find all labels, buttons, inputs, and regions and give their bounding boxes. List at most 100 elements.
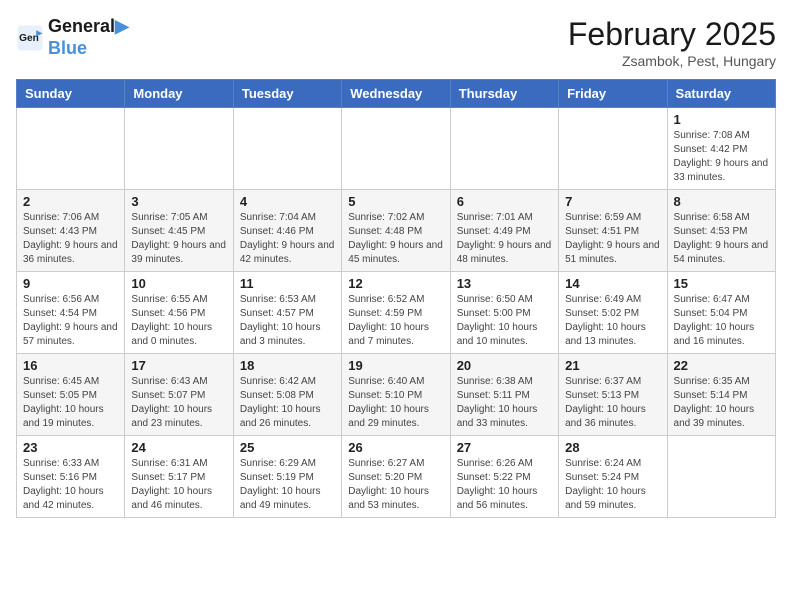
calendar-header-row: SundayMondayTuesdayWednesdayThursdayFrid…: [17, 80, 776, 108]
day-number: 5: [348, 194, 443, 209]
day-number: 24: [131, 440, 226, 455]
calendar-cell: [342, 108, 450, 190]
svg-text:Gen: Gen: [19, 33, 39, 44]
day-header-saturday: Saturday: [667, 80, 775, 108]
day-info: Sunrise: 7:02 AM Sunset: 4:48 PM Dayligh…: [348, 211, 443, 267]
month-title: February 2025: [568, 16, 776, 53]
calendar-cell: 3 Sunrise: 7:05 AM Sunset: 4:45 PM Daylig…: [125, 190, 233, 272]
calendar-cell: 6Sunrise: 7:01 AM Sunset: 4:49 PM Daylig…: [450, 190, 558, 272]
calendar-cell: [17, 108, 125, 190]
day-info: Sunrise: 7:04 AM Sunset: 4:46 PM Dayligh…: [240, 211, 335, 267]
logo-icon: Gen: [16, 24, 44, 52]
day-number: 3: [131, 194, 226, 209]
day-number: 16: [23, 358, 118, 373]
day-header-sunday: Sunday: [17, 80, 125, 108]
day-number: 8: [674, 194, 769, 209]
day-header-monday: Monday: [125, 80, 233, 108]
calendar-cell: 17 Sunrise: 6:43 AM Sunset: 5:07 PM Dayli…: [125, 354, 233, 436]
calendar-cell: 27 Sunrise: 6:26 AM Sunset: 5:22 PM Dayli…: [450, 436, 558, 518]
day-info: Sunrise: 6:45 AM Sunset: 5:05 PM Dayligh…: [23, 375, 118, 431]
day-info: Sunrise: 6:37 AM Sunset: 5:13 PM Dayligh…: [565, 375, 660, 431]
calendar-cell: 23 Sunrise: 6:33 AM Sunset: 5:16 PM Dayli…: [17, 436, 125, 518]
day-info: Sunrise: 6:59 AM Sunset: 4:51 PM Dayligh…: [565, 211, 660, 267]
day-info: Sunrise: 7:08 AM Sunset: 4:42 PM Dayligh…: [674, 129, 769, 185]
calendar-cell: 1 Sunrise: 7:08 AM Sunset: 4:42 PM Daylig…: [667, 108, 775, 190]
day-info: Sunrise: 7:06 AM Sunset: 4:43 PM Dayligh…: [23, 211, 118, 267]
day-info: Sunrise: 6:29 AM Sunset: 5:19 PM Dayligh…: [240, 457, 335, 513]
calendar-cell: [667, 436, 775, 518]
day-info: Sunrise: 6:26 AM Sunset: 5:22 PM Dayligh…: [457, 457, 552, 513]
day-info: Sunrise: 6:40 AM Sunset: 5:10 PM Dayligh…: [348, 375, 443, 431]
calendar-cell: 21 Sunrise: 6:37 AM Sunset: 5:13 PM Dayli…: [559, 354, 667, 436]
calendar-week-5: 23 Sunrise: 6:33 AM Sunset: 5:16 PM Dayli…: [17, 436, 776, 518]
day-info: Sunrise: 6:35 AM Sunset: 5:14 PM Dayligh…: [674, 375, 769, 431]
calendar-cell: 18 Sunrise: 6:42 AM Sunset: 5:08 PM Dayli…: [233, 354, 341, 436]
calendar-cell: 22 Sunrise: 6:35 AM Sunset: 5:14 PM Dayli…: [667, 354, 775, 436]
day-info: Sunrise: 6:53 AM Sunset: 4:57 PM Dayligh…: [240, 293, 335, 349]
calendar-cell: 26Sunrise: 6:27 AM Sunset: 5:20 PM Dayli…: [342, 436, 450, 518]
calendar-cell: [233, 108, 341, 190]
day-header-thursday: Thursday: [450, 80, 558, 108]
day-info: Sunrise: 6:50 AM Sunset: 5:00 PM Dayligh…: [457, 293, 552, 349]
calendar-cell: 16 Sunrise: 6:45 AM Sunset: 5:05 PM Dayli…: [17, 354, 125, 436]
day-number: 11: [240, 276, 335, 291]
logo-text: General▶Blue: [48, 16, 129, 59]
day-number: 22: [674, 358, 769, 373]
day-number: 25: [240, 440, 335, 455]
day-info: Sunrise: 6:31 AM Sunset: 5:17 PM Dayligh…: [131, 457, 226, 513]
day-header-wednesday: Wednesday: [342, 80, 450, 108]
calendar-cell: 13 Sunrise: 6:50 AM Sunset: 5:00 PM Dayli…: [450, 272, 558, 354]
calendar-cell: 24 Sunrise: 6:31 AM Sunset: 5:17 PM Dayli…: [125, 436, 233, 518]
day-number: 9: [23, 276, 118, 291]
day-info: Sunrise: 7:05 AM Sunset: 4:45 PM Dayligh…: [131, 211, 226, 267]
calendar-table: SundayMondayTuesdayWednesdayThursdayFrid…: [16, 79, 776, 518]
day-number: 4: [240, 194, 335, 209]
calendar-cell: 28Sunrise: 6:24 AM Sunset: 5:24 PM Dayli…: [559, 436, 667, 518]
calendar-cell: 11 Sunrise: 6:53 AM Sunset: 4:57 PM Dayli…: [233, 272, 341, 354]
calendar-cell: [559, 108, 667, 190]
calendar-cell: 20 Sunrise: 6:38 AM Sunset: 5:11 PM Dayli…: [450, 354, 558, 436]
calendar-cell: 25 Sunrise: 6:29 AM Sunset: 5:19 PM Dayli…: [233, 436, 341, 518]
day-number: 17: [131, 358, 226, 373]
day-number: 14: [565, 276, 660, 291]
day-number: 23: [23, 440, 118, 455]
calendar-cell: 7 Sunrise: 6:59 AM Sunset: 4:51 PM Daylig…: [559, 190, 667, 272]
day-number: 13: [457, 276, 552, 291]
day-number: 21: [565, 358, 660, 373]
calendar-week-2: 2 Sunrise: 7:06 AM Sunset: 4:43 PM Daylig…: [17, 190, 776, 272]
day-info: Sunrise: 6:38 AM Sunset: 5:11 PM Dayligh…: [457, 375, 552, 431]
day-info: Sunrise: 6:58 AM Sunset: 4:53 PM Dayligh…: [674, 211, 769, 267]
day-number: 1: [674, 112, 769, 127]
day-number: 2: [23, 194, 118, 209]
day-info: Sunrise: 6:43 AM Sunset: 5:07 PM Dayligh…: [131, 375, 226, 431]
calendar-cell: 10Sunrise: 6:55 AM Sunset: 4:56 PM Dayli…: [125, 272, 233, 354]
calendar-cell: 15 Sunrise: 6:47 AM Sunset: 5:04 PM Dayli…: [667, 272, 775, 354]
day-number: 19: [348, 358, 443, 373]
day-info: Sunrise: 6:42 AM Sunset: 5:08 PM Dayligh…: [240, 375, 335, 431]
calendar-week-4: 16 Sunrise: 6:45 AM Sunset: 5:05 PM Dayli…: [17, 354, 776, 436]
day-number: 6: [457, 194, 552, 209]
calendar-cell: 2 Sunrise: 7:06 AM Sunset: 4:43 PM Daylig…: [17, 190, 125, 272]
calendar-cell: 14Sunrise: 6:49 AM Sunset: 5:02 PM Dayli…: [559, 272, 667, 354]
calendar-cell: [125, 108, 233, 190]
day-number: 28: [565, 440, 660, 455]
calendar-cell: 9 Sunrise: 6:56 AM Sunset: 4:54 PM Daylig…: [17, 272, 125, 354]
day-number: 18: [240, 358, 335, 373]
day-info: Sunrise: 6:47 AM Sunset: 5:04 PM Dayligh…: [674, 293, 769, 349]
day-number: 12: [348, 276, 443, 291]
day-number: 7: [565, 194, 660, 209]
calendar-cell: [450, 108, 558, 190]
day-info: Sunrise: 6:55 AM Sunset: 4:56 PM Dayligh…: [131, 293, 226, 349]
location: Zsambok, Pest, Hungary: [568, 53, 776, 69]
day-header-friday: Friday: [559, 80, 667, 108]
day-info: Sunrise: 6:27 AM Sunset: 5:20 PM Dayligh…: [348, 457, 443, 513]
calendar-cell: 5 Sunrise: 7:02 AM Sunset: 4:48 PM Daylig…: [342, 190, 450, 272]
day-number: 27: [457, 440, 552, 455]
day-number: 15: [674, 276, 769, 291]
calendar-cell: 19 Sunrise: 6:40 AM Sunset: 5:10 PM Dayli…: [342, 354, 450, 436]
day-info: Sunrise: 6:56 AM Sunset: 4:54 PM Dayligh…: [23, 293, 118, 349]
page-header: Gen General▶Blue February 2025 Zsambok, …: [16, 16, 776, 69]
title-block: February 2025 Zsambok, Pest, Hungary: [568, 16, 776, 69]
day-info: Sunrise: 6:33 AM Sunset: 5:16 PM Dayligh…: [23, 457, 118, 513]
day-number: 20: [457, 358, 552, 373]
